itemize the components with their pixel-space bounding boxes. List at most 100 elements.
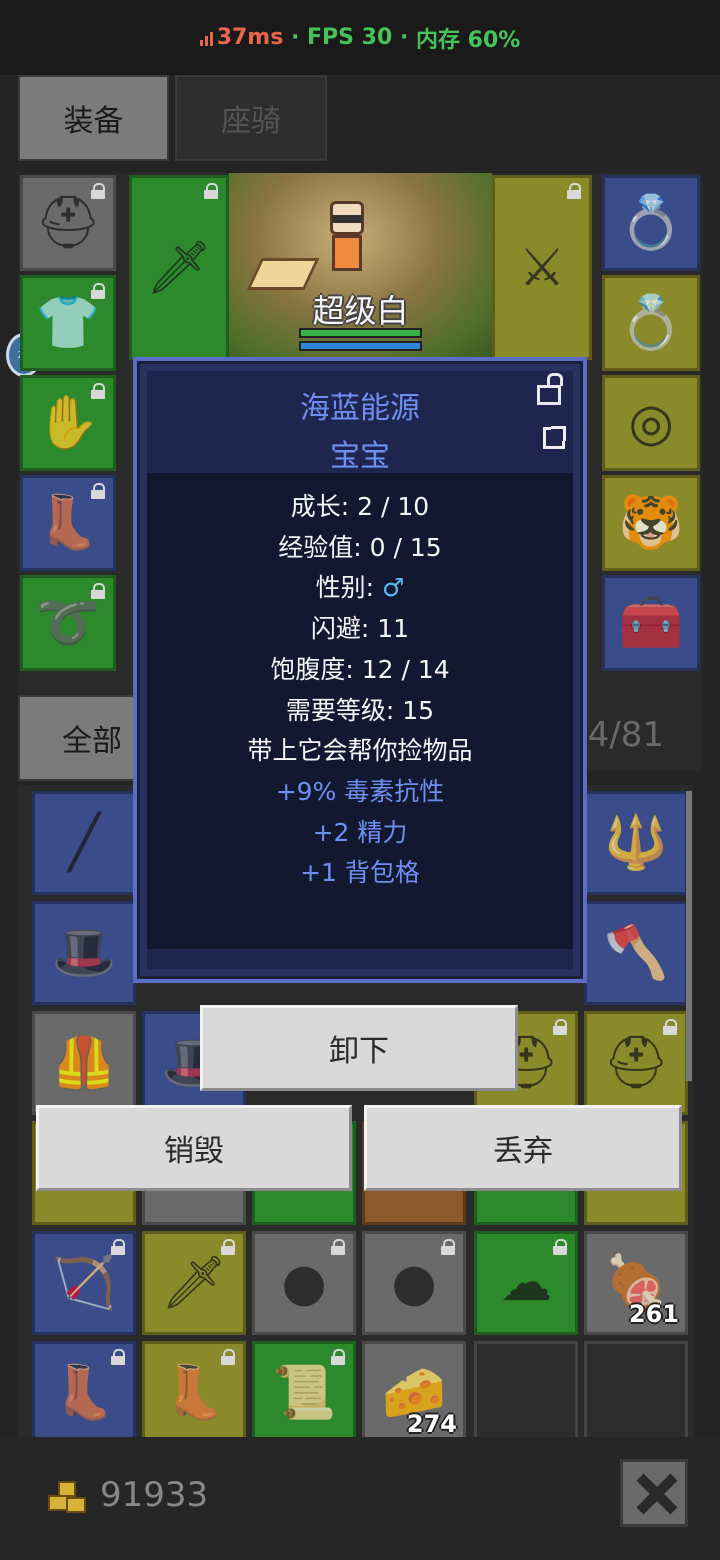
lock-icon xyxy=(553,1239,567,1255)
slot-helmet[interactable]: ⛑ xyxy=(20,175,116,271)
signal-icon xyxy=(199,30,213,46)
helmet-icon: ⛑ xyxy=(602,1033,670,1093)
bag-slot[interactable]: 🎩 xyxy=(32,901,136,1005)
lock-icon xyxy=(204,183,218,199)
bag-slot[interactable]: 🏹 xyxy=(32,1231,136,1335)
gold-amount: 91933 xyxy=(100,1475,209,1515)
broadsword-icon: 🗡 xyxy=(160,1253,228,1313)
emerald-ring-icon: ◎ xyxy=(628,393,674,453)
chainmail-armor-icon: 👕 xyxy=(35,293,101,353)
close-button[interactable] xyxy=(620,1459,688,1527)
lock-icon xyxy=(91,583,105,599)
lock-icon xyxy=(663,1019,677,1035)
fps-text: FPS 30 xyxy=(307,25,393,50)
item-name: 海蓝能源 xyxy=(300,391,420,426)
lock-icon xyxy=(221,1239,235,1255)
stat-required-level: 需要等级: 15 xyxy=(285,695,435,725)
bag-slot[interactable]: 👢 xyxy=(142,1341,246,1437)
slot-main-hand[interactable]: 🗡 xyxy=(129,175,229,360)
bag-slot[interactable]: 🪓 xyxy=(584,901,688,1005)
bonus-stamina: +2 精力 xyxy=(312,817,408,847)
slot-ring-2[interactable]: ◎ xyxy=(602,375,700,471)
slot-necklace[interactable]: 💍 xyxy=(602,175,700,271)
bag-slot[interactable]: ╱ xyxy=(32,791,136,895)
lock-icon xyxy=(567,183,581,199)
slot-belt[interactable]: ➰ xyxy=(20,575,116,671)
bag-slot[interactable]: 🗡 xyxy=(142,1231,246,1335)
footer-bar: 91933 xyxy=(0,1437,720,1560)
spear-icon: ╱ xyxy=(68,813,100,873)
hp-bar xyxy=(299,328,422,338)
bonus-poison-resist: +9% 毒素抗性 xyxy=(275,776,445,806)
slot-armor[interactable]: 👕 xyxy=(20,275,116,371)
stat-exp: 经验值: 0 / 15 xyxy=(278,532,442,562)
axe-icon: 🪓 xyxy=(603,923,669,983)
boots-icon: 👢 xyxy=(161,1363,227,1423)
tab-mount[interactable]: 座骑 xyxy=(175,75,327,161)
gold-icon xyxy=(48,1481,88,1515)
slot-boots[interactable]: 👢 xyxy=(20,475,116,571)
stat-description: 带上它会帮你捡物品 xyxy=(247,736,473,766)
trident-icon: 🔱 xyxy=(603,813,669,873)
bag-scrollbar[interactable] xyxy=(686,791,692,1081)
bag-slot[interactable]: ● xyxy=(362,1231,466,1335)
item-stats: 成长: 2 / 10 经验值: 0 / 15 性别: ♂ 闪避: 11 饱腹度:… xyxy=(147,487,573,894)
bag-slot[interactable]: 🦺 xyxy=(32,1011,136,1115)
external-link-icon[interactable] xyxy=(543,426,566,449)
item-count: 274 xyxy=(406,1410,457,1437)
bag-slot-empty[interactable] xyxy=(584,1341,688,1437)
red-bow-icon: 🏹 xyxy=(51,1253,117,1313)
unlock-icon[interactable] xyxy=(535,373,563,405)
slot-chest[interactable]: 🧰 xyxy=(602,575,700,671)
tab-equipment[interactable]: 装备 xyxy=(18,75,169,161)
status-bar: 37ms · FPS 30 · 内存 60% xyxy=(0,0,720,75)
hat-icon: 🎩 xyxy=(51,923,117,983)
lock-icon xyxy=(91,383,105,399)
male-icon: ♂ xyxy=(381,573,405,603)
slot-ring-1[interactable]: 💍 xyxy=(602,275,700,371)
purple-dagger-icon: 🗡 xyxy=(145,237,213,298)
bag-slot[interactable]: 📜 xyxy=(252,1341,356,1437)
belt-icon: ➰ xyxy=(35,593,101,653)
bag-slot[interactable]: ● xyxy=(252,1231,356,1335)
armor-icon: 🦺 xyxy=(51,1033,117,1093)
destroy-button[interactable]: 销毁 xyxy=(36,1105,352,1191)
bag-slot-empty[interactable] xyxy=(474,1341,578,1437)
treasure-chest-icon: 🧰 xyxy=(618,593,684,653)
stat-satiety: 饱腹度: 12 / 14 xyxy=(270,654,450,684)
lock-icon xyxy=(111,1239,125,1255)
lock-icon xyxy=(331,1349,345,1365)
slot-off-hand[interactable]: ⚔ xyxy=(492,175,592,360)
ping-text: 37ms xyxy=(216,25,284,50)
lock-icon xyxy=(553,1019,567,1035)
unequip-button[interactable]: 卸下 xyxy=(200,1005,518,1091)
character-sprite xyxy=(322,201,372,281)
bag-slot[interactable]: 🍖 261 xyxy=(584,1231,688,1335)
pet-tiger-icon: 🐯 xyxy=(618,493,684,553)
lock-icon xyxy=(441,1239,455,1255)
bag-slot[interactable]: ⛑ xyxy=(584,1011,688,1115)
inventory-screen: 装备 座骑 22 ⛑ 👕 ✋ 👢 ➰ 🗡 ⚔ 超级白 xyxy=(0,75,720,1560)
boots-icon: 👢 xyxy=(51,1363,117,1423)
memory-text: 内存 60% xyxy=(415,27,521,53)
amethyst-necklace-icon: 💍 xyxy=(618,193,684,253)
lock-icon xyxy=(111,1349,125,1365)
popup-header: 海蓝能源 宝宝 xyxy=(147,371,573,474)
bonus-bag-slot: +1 背包格 xyxy=(300,858,420,888)
gauntlet-icon: ✋ xyxy=(35,393,101,453)
dark-cloak-icon: ☁ xyxy=(500,1253,552,1313)
slot-gloves[interactable]: ✋ xyxy=(20,375,116,471)
slot-pet[interactable]: 🐯 xyxy=(602,475,700,571)
stat-dodge: 闪避: 11 xyxy=(310,614,410,644)
bag-slot[interactable]: 🧀 274 xyxy=(362,1341,466,1437)
item-detail-popup: 海蓝能源 宝宝 成长: 2 / 10 经验值: 0 / 15 性别: ♂ 闪避:… xyxy=(133,357,587,983)
bag-slot[interactable]: 🔱 xyxy=(584,791,688,895)
discard-button[interactable]: 丢弃 xyxy=(364,1105,682,1191)
ruby-icon: ● xyxy=(281,1253,327,1313)
lock-icon xyxy=(91,283,105,299)
bag-slot[interactable]: 👢 xyxy=(32,1341,136,1437)
sapphire-ring-icon: 💍 xyxy=(618,293,684,353)
lock-icon xyxy=(331,1239,345,1255)
bag-slot[interactable]: ☁ xyxy=(474,1231,578,1335)
scroll-icon: 📜 xyxy=(271,1363,337,1423)
